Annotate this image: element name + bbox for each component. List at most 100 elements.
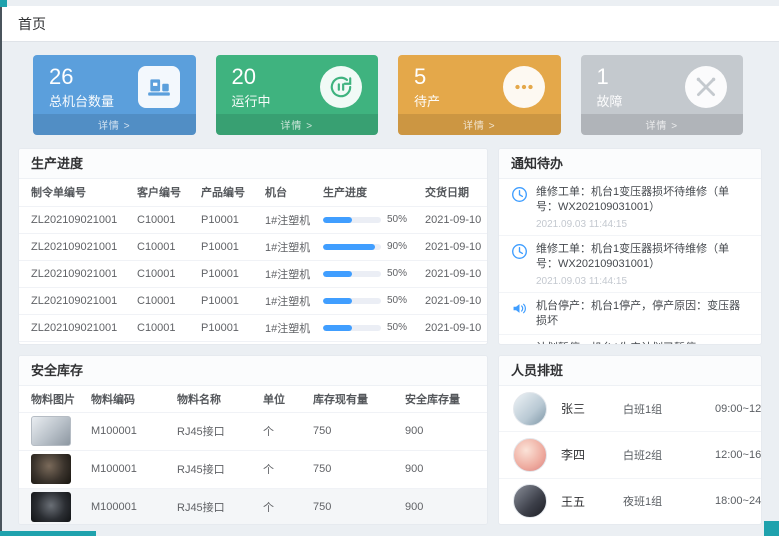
avatar — [513, 484, 547, 518]
production-panel: 生产进度 制令单编号 客户编号 产品编号 机台 生产进度 交货日期 — [18, 148, 488, 345]
notification-time: 2021.09.03 11:44:15 — [536, 219, 749, 230]
stat-value: 20 — [232, 63, 271, 91]
clock-icon — [511, 243, 528, 260]
column-header: 生产进度 — [317, 179, 419, 206]
material-name: RJ45接口 — [171, 450, 257, 488]
column-header: 机台 — [259, 179, 317, 206]
material-image — [31, 454, 71, 484]
order-no: ZL202109021001 — [19, 314, 131, 341]
staff-shift: 夜班1组 — [623, 493, 715, 509]
staff-row[interactable]: 李四 白班2组 12:00~16:00 — [499, 432, 761, 478]
production-panel-title: 生产进度 — [19, 149, 487, 179]
stats-row: 26 总机台数量 详情 > 20 运行中 — [33, 55, 743, 135]
material-unit: 个 — [257, 488, 307, 524]
machine-name: 1#注塑机 — [259, 260, 317, 287]
stat-detail-link[interactable]: 详情 > — [398, 114, 561, 135]
notifications-panel-title: 通知待办 — [499, 149, 761, 179]
column-header: 单位 — [257, 386, 307, 412]
bottom-right-accent — [764, 521, 779, 536]
stat-card-total-machines[interactable]: 26 总机台数量 详情 > — [33, 55, 196, 135]
material-unit: 个 — [257, 412, 307, 450]
order-no: ZL202109021001 — [19, 206, 131, 233]
safety-qty: 900 — [399, 450, 487, 488]
safety-qty: 900 — [399, 488, 487, 524]
table-row[interactable]: ZL202109021001 C10001 P10001 1#注塑机 50% 2… — [19, 206, 487, 233]
bottom-edge-strip — [0, 531, 96, 536]
topbar: 首页 — [2, 6, 779, 42]
progress-bar: 50% — [323, 268, 413, 279]
column-header: 物料名称 — [171, 386, 257, 412]
notification-text: 维修工单：机台1变压器损坏待维修（单号：WX202109031001） — [536, 242, 749, 273]
staff-row[interactable]: 张三 白班1组 09:00~12:00 — [499, 386, 761, 432]
staff-shift: 白班2组 — [623, 447, 715, 463]
stat-card-fault[interactable]: 1 故障 详情 > — [581, 55, 744, 135]
customer-no: C10001 — [131, 260, 195, 287]
material-image — [31, 416, 71, 446]
delivery-date: 2021-09-10 — [419, 260, 487, 287]
customer-no: C10001 — [131, 206, 195, 233]
stat-detail-link[interactable]: 详情 > — [216, 114, 379, 135]
column-header: 交货日期 — [419, 179, 487, 206]
running-icon — [320, 66, 362, 108]
staff-time: 12:00~16:00 — [715, 449, 761, 461]
progress-bar: 50% — [323, 322, 413, 333]
stock-qty: 750 — [307, 450, 399, 488]
material-image — [31, 492, 71, 522]
table-row[interactable]: ZL202109021001 C10001 P10001 1#注塑机 50% 2… — [19, 260, 487, 287]
stat-detail-link[interactable]: 详情 > — [581, 114, 744, 135]
staff-row[interactable]: 王五 夜班1组 18:00~24:00 — [499, 479, 761, 524]
avatar — [513, 392, 547, 426]
material-code: M100001 — [85, 488, 171, 524]
notification-item[interactable]: 机台停产：机台1停产，停产原因：变压器损坏 — [499, 293, 761, 336]
progress-bar: 90% — [323, 241, 413, 252]
delivery-date: 2021-09-10 — [419, 233, 487, 260]
staff-time: 18:00~24:00 — [715, 495, 761, 507]
notification-text: 机台停产：机台1停产，停产原因：变压器损坏 — [536, 299, 749, 330]
staff-name: 李四 — [561, 446, 623, 463]
inventory-panel-title: 安全库存 — [19, 356, 487, 386]
progress-bar: 50% — [323, 214, 413, 225]
notification-item[interactable]: 维修工单：机台1变压器损坏待维修（单号：WX202109031001） 2021… — [499, 179, 761, 236]
notification-time: 2021.09.03 11:44:15 — [536, 276, 749, 287]
speaker-icon — [511, 342, 528, 344]
material-name: RJ45接口 — [171, 488, 257, 524]
table-header-row: 制令单编号 客户编号 产品编号 机台 生产进度 交货日期 — [19, 179, 487, 206]
delivery-date: 2021-09-10 — [419, 287, 487, 314]
column-header: 安全库存量 — [399, 386, 487, 412]
table-row[interactable]: M100001 RJ45接口 个 750 900 — [19, 450, 487, 488]
table-row[interactable]: M100001 RJ45接口 个 750 900 — [19, 412, 487, 450]
machine-icon — [138, 66, 180, 108]
table-row[interactable]: ZL202109021001 C10001 P10001 1#注塑机 50% 2… — [19, 314, 487, 341]
table-row[interactable]: ZL202109021001 C10001 P10001 1#注塑机 90% 2… — [19, 233, 487, 260]
stat-detail-link[interactable]: 详情 > — [33, 114, 196, 135]
table-row[interactable]: ZL202109021001 C10001 P10001 1#注塑机 50% 2… — [19, 287, 487, 314]
customer-no: C10001 — [131, 233, 195, 260]
staff-name: 张三 — [561, 400, 623, 417]
speaker-icon — [511, 300, 528, 317]
order-no: ZL202109021001 — [19, 233, 131, 260]
stat-label: 待产 — [414, 91, 440, 110]
product-no: P10001 — [195, 260, 259, 287]
stat-card-body: 20 运行中 — [216, 55, 379, 114]
column-header: 库存现有量 — [307, 386, 399, 412]
notification-text: 维修工单：机台1变压器损坏待维修（单号：WX202109031001） — [536, 185, 749, 216]
notifications-panel: 通知待办 维修工单：机台1变压器损坏待维修（单号：WX202109031001）… — [498, 148, 762, 345]
order-no: ZL202109021001 — [19, 260, 131, 287]
table-header-row: 物料图片 物料编码 物料名称 单位 库存现有量 安全库存量 — [19, 386, 487, 412]
stat-card-running[interactable]: 20 运行中 详情 > — [216, 55, 379, 135]
stat-card-waiting[interactable]: 5 待产 详情 > — [398, 55, 561, 135]
inventory-table: 物料图片 物料编码 物料名称 单位 库存现有量 安全库存量 M — [19, 386, 487, 524]
delivery-date: 2021-09-10 — [419, 314, 487, 341]
product-no: P10001 — [195, 206, 259, 233]
notification-item[interactable]: 维修工单：机台1变压器损坏待维修（单号：WX202109031001） 2021… — [499, 236, 761, 293]
column-header: 物料图片 — [19, 386, 85, 412]
customer-no: C10001 — [131, 314, 195, 341]
staffing-panel-title: 人员排班 — [499, 356, 761, 386]
stat-value: 26 — [49, 63, 114, 91]
notification-item[interactable]: 计划暂停：机台1生产计划已暂停 2021.09.03 11:44:15 — [499, 335, 761, 344]
machine-name: 1#注塑机 — [259, 314, 317, 341]
table-row[interactable]: M100001 RJ45接口 个 750 900 — [19, 488, 487, 524]
page-title: 首页 — [18, 14, 46, 34]
stat-value: 1 — [597, 63, 623, 91]
progress-bar: 50% — [323, 295, 413, 306]
